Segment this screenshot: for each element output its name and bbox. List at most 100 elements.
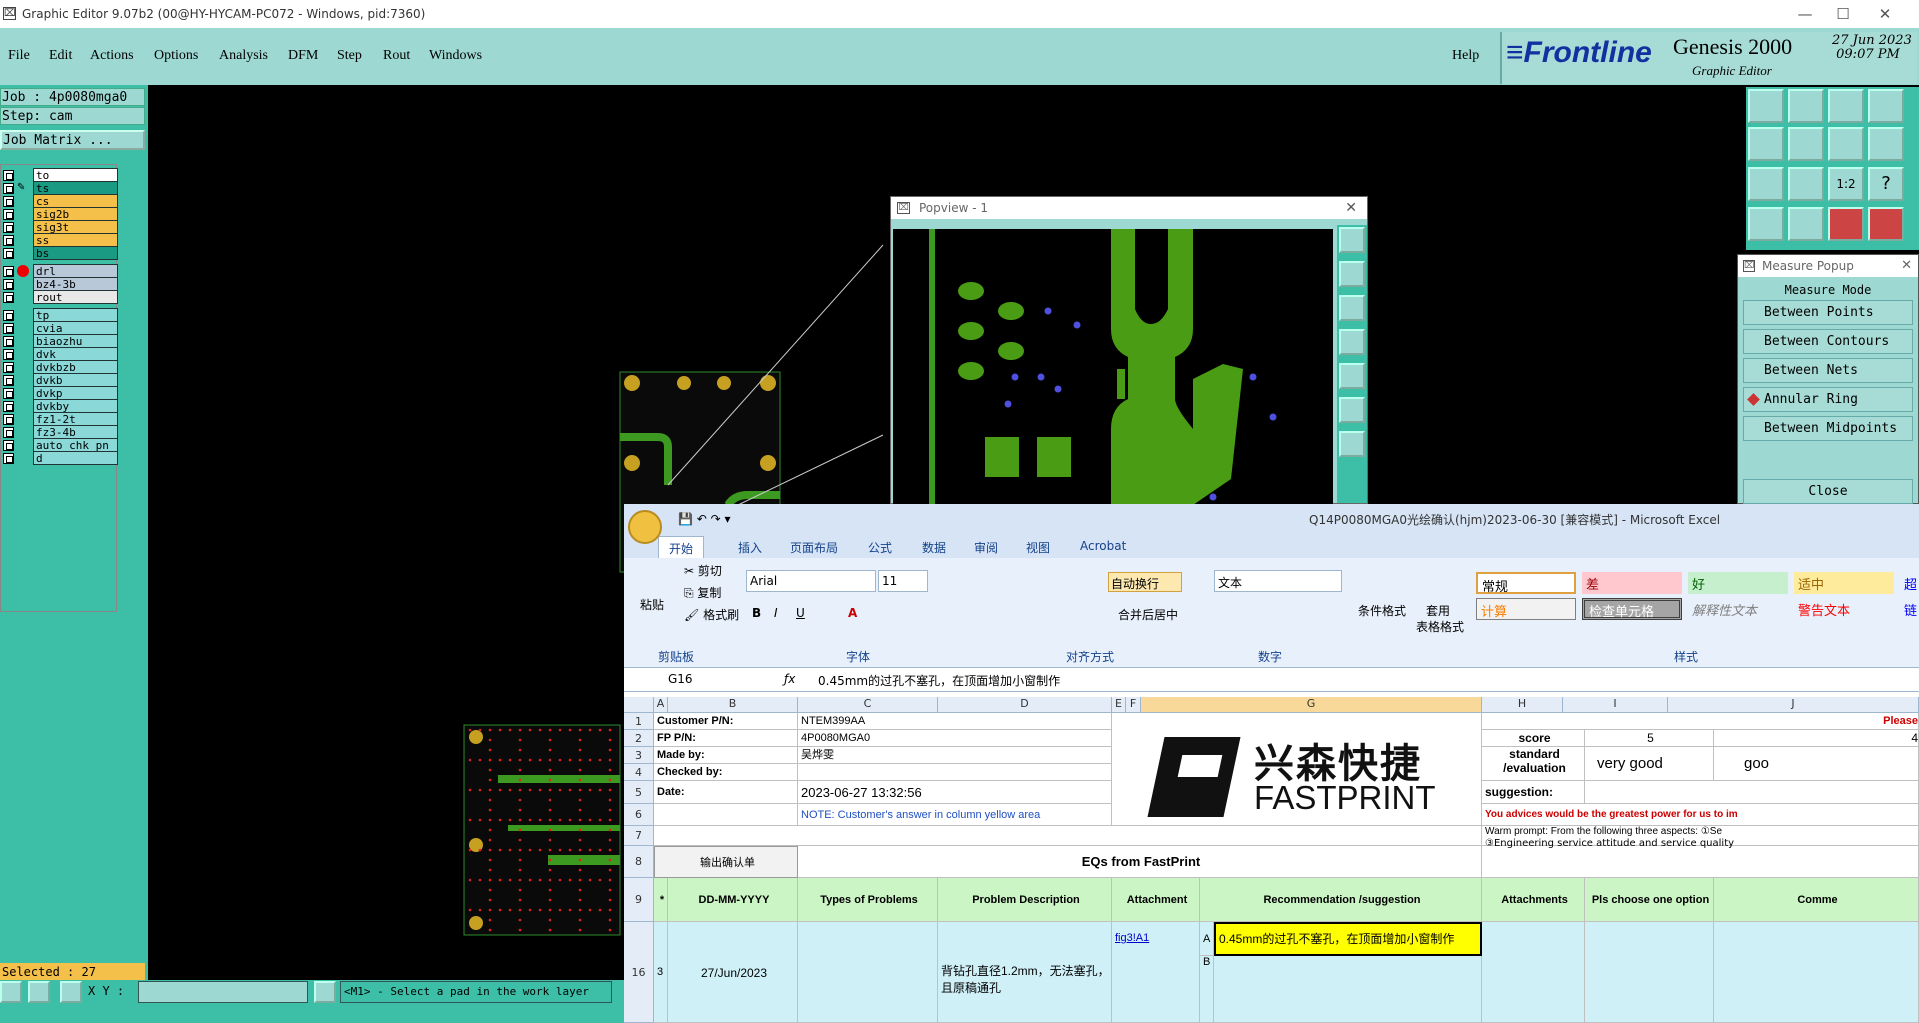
cell[interactable]: B: [1200, 956, 1214, 1023]
cell[interactable]: 4: [1714, 730, 1919, 747]
mode-between-contours[interactable]: Between Contours: [1743, 329, 1913, 354]
cell[interactable]: NOTE: Customer's answer in column yellow…: [798, 804, 1112, 826]
layer-row-d[interactable]: d: [1, 451, 118, 466]
mode-between-midpoints[interactable]: Between Midpoints: [1743, 416, 1913, 441]
cell[interactable]: 背钻孔直径1.2mm，无法塞孔，且原稿通孔: [938, 922, 1112, 1023]
cell[interactable]: 吴烨雯: [798, 747, 1112, 764]
cell[interactable]: You advices would be the greatest power …: [1482, 804, 1919, 826]
cell[interactable]: [798, 922, 938, 1023]
mode-annular-ring[interactable]: Annular Ring: [1743, 387, 1913, 412]
measure-close-icon[interactable]: ✕: [1901, 255, 1912, 277]
cell[interactable]: NTEM399AA: [798, 713, 1112, 730]
col-header[interactable]: I: [1563, 697, 1668, 713]
popview-tool-6[interactable]: [1339, 397, 1365, 423]
cell[interactable]: Customer P/N:: [654, 713, 798, 730]
layer-checkbox[interactable]: [3, 375, 14, 386]
menu-help[interactable]: Help: [1452, 48, 1479, 64]
menu-file[interactable]: File: [8, 48, 30, 64]
col-header[interactable]: D: [938, 697, 1112, 713]
select-all-corner[interactable]: [624, 697, 654, 713]
col-header[interactable]: A: [654, 697, 668, 713]
popview-canvas[interactable]: [893, 229, 1333, 505]
help-icon[interactable]: ?: [1868, 167, 1904, 201]
cell[interactable]: FP P/N:: [654, 730, 798, 747]
popview-tool-2[interactable]: [1339, 261, 1365, 287]
col-header[interactable]: H: [1482, 697, 1563, 713]
zoom-box-icon[interactable]: [1828, 127, 1864, 161]
layer-checkbox[interactable]: [3, 323, 14, 334]
layer-checkbox[interactable]: [3, 427, 14, 438]
cell[interactable]: [798, 764, 1112, 781]
layer-row-bs[interactable]: bs: [1, 246, 118, 261]
layer-checkbox[interactable]: [3, 349, 14, 360]
menu-rout[interactable]: Rout: [383, 48, 410, 64]
row-header[interactable]: 6: [624, 804, 654, 826]
cell[interactable]: Date:: [654, 781, 798, 804]
cell[interactable]: [1214, 956, 1482, 1023]
layer-checkbox[interactable]: [3, 292, 14, 303]
cell[interactable]: 27/Jun/2023: [668, 922, 798, 1023]
row-header[interactable]: 4: [624, 764, 654, 781]
cell[interactable]: [1714, 922, 1919, 1023]
bottom-tool-1[interactable]: [0, 981, 22, 1003]
cell[interactable]: fig3!A1: [1112, 922, 1200, 1023]
layer-checkbox[interactable]: [3, 440, 14, 451]
cell[interactable]: Checked by:: [654, 764, 798, 781]
layer-checkbox[interactable]: [3, 310, 14, 321]
xy-input[interactable]: [138, 981, 308, 1003]
close-button[interactable]: ✕: [1866, 2, 1904, 26]
cell[interactable]: A: [1200, 922, 1214, 956]
minimize-button[interactable]: —: [1786, 2, 1824, 26]
net-icon-1[interactable]: [1828, 207, 1864, 241]
window-icon-2[interactable]: [1788, 89, 1824, 123]
layer-checkbox[interactable]: [3, 196, 14, 207]
mode-between-points[interactable]: Between Points: [1743, 300, 1913, 325]
cell[interactable]: Pls choose one option: [1585, 878, 1714, 922]
col-header[interactable]: F: [1126, 697, 1141, 713]
popview-tool-3[interactable]: [1339, 295, 1365, 321]
cell[interactable]: DD-MM-YYYY: [668, 878, 798, 922]
cell[interactable]: 5: [1585, 730, 1714, 747]
cell[interactable]: score: [1482, 730, 1585, 747]
menu-options[interactable]: Options: [154, 48, 198, 64]
row-header[interactable]: 1: [624, 713, 654, 730]
office-button[interactable]: [628, 510, 662, 544]
cell[interactable]: Attachment: [1112, 878, 1200, 922]
redraw-icon[interactable]: [1868, 127, 1904, 161]
cell[interactable]: Attachments: [1482, 878, 1585, 922]
net-icon-2[interactable]: [1868, 207, 1904, 241]
cell[interactable]: standard /evaluation: [1482, 747, 1585, 781]
row-header[interactable]: 2: [624, 730, 654, 747]
bottom-tool-4[interactable]: [314, 981, 336, 1003]
cell[interactable]: [1482, 922, 1585, 1023]
menu-actions[interactable]: Actions: [90, 48, 134, 64]
layer-checkbox[interactable]: [3, 222, 14, 233]
cell[interactable]: 3: [654, 922, 668, 1023]
cell[interactable]: very good: [1585, 747, 1714, 781]
cell[interactable]: [654, 826, 1482, 846]
cell[interactable]: 2023-06-27 13:32:56: [798, 781, 1112, 804]
cell[interactable]: [1585, 781, 1919, 804]
menu-step[interactable]: Step: [337, 48, 362, 64]
snap-icon[interactable]: [1788, 207, 1824, 241]
row-header[interactable]: 8: [624, 846, 654, 878]
layer-checkbox[interactable]: [3, 248, 14, 259]
menu-analysis[interactable]: Analysis: [219, 48, 268, 64]
cell[interactable]: Types of Problems: [798, 878, 938, 922]
cell[interactable]: [654, 804, 798, 826]
cell[interactable]: Recommendation /suggestion: [1200, 878, 1482, 922]
layer-checkbox[interactable]: [3, 235, 14, 246]
layer-checkbox[interactable]: [3, 362, 14, 373]
row-header[interactable]: 16: [624, 922, 654, 1023]
layer-checkbox[interactable]: [3, 183, 14, 194]
cell[interactable]: 4P0080MGA0: [798, 730, 1112, 747]
center-icon[interactable]: [1788, 167, 1824, 201]
layer-checkbox[interactable]: [3, 266, 14, 277]
col-header[interactable]: E: [1112, 697, 1126, 713]
layer-row-rout[interactable]: rout: [1, 290, 118, 305]
cell[interactable]: 0.45mm的过孔不塞孔，在顶面增加小窗制作: [1214, 922, 1482, 956]
bottom-tool-3[interactable]: [60, 981, 82, 1003]
col-header[interactable]: C: [798, 697, 938, 713]
layer-checkbox[interactable]: [3, 336, 14, 347]
cell[interactable]: goo: [1714, 747, 1919, 781]
